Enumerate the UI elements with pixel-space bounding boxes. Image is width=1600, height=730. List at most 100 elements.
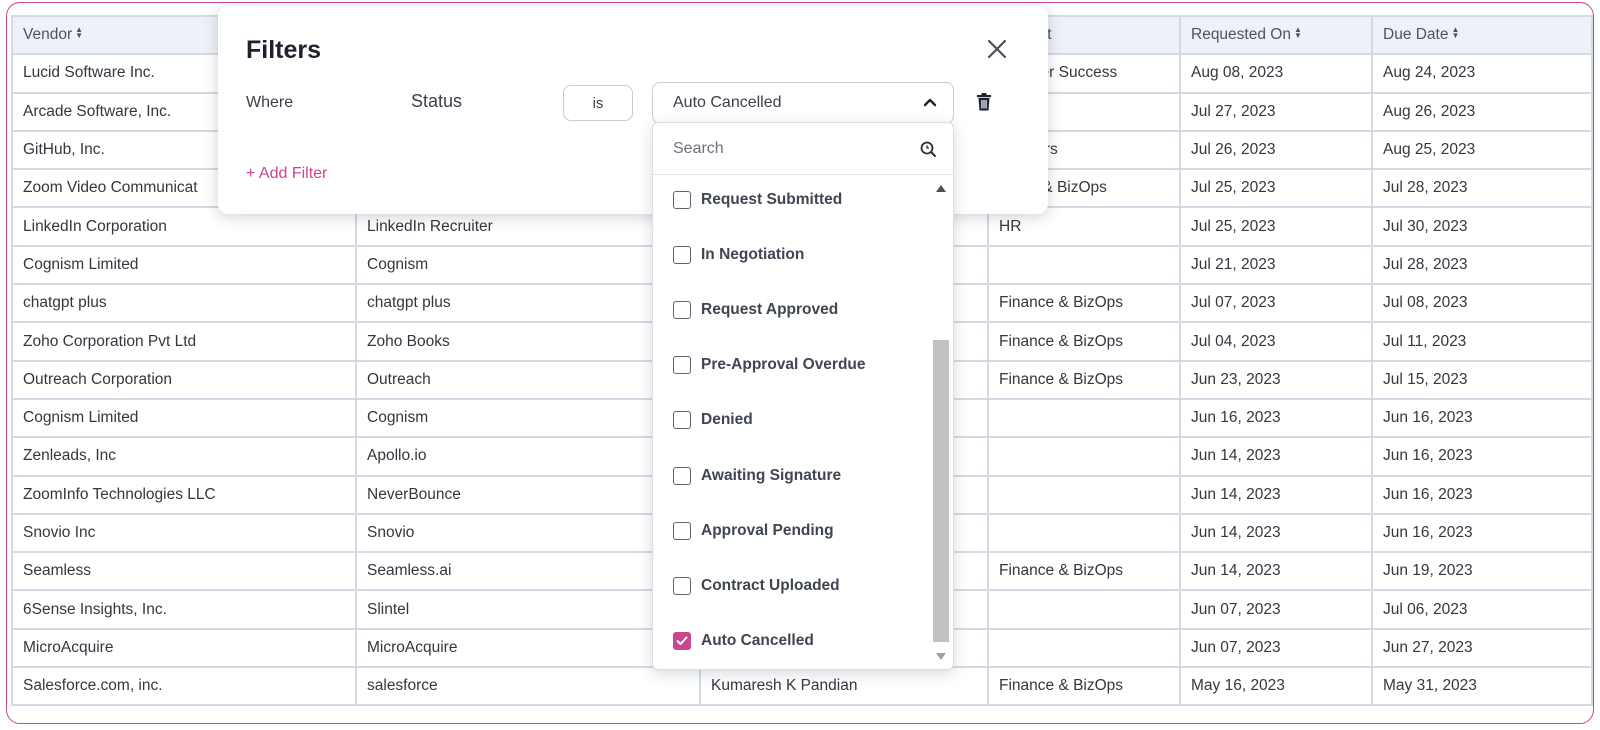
table-cell: Apollo.io <box>355 436 701 477</box>
table-cell: chatgpt plus <box>11 283 357 324</box>
table-cell: Kumaresh K Pandian <box>699 666 989 707</box>
status-option[interactable]: In Negotiation <box>673 243 804 267</box>
table-cell: Jul 06, 2023 <box>1371 589 1593 630</box>
filters-title: Filters <box>246 36 322 64</box>
status-option-label: Approval Pending <box>701 522 834 539</box>
table-cell: Jul 28, 2023 <box>1371 244 1593 286</box>
table-cell: Jul 04, 2023 <box>1179 321 1373 362</box>
status-option[interactable]: Approval Pending <box>673 519 834 543</box>
table-cell: May 31, 2023 <box>1371 666 1593 707</box>
scroll-down-arrow[interactable] <box>936 653 946 660</box>
checkbox[interactable] <box>673 301 691 319</box>
status-option-label: Pre-Approval Overdue <box>701 356 866 373</box>
status-option[interactable]: Awaiting Signature <box>673 464 841 488</box>
table-cell: Slintel <box>355 589 701 630</box>
table-cell: Finance & BizOps <box>987 321 1181 362</box>
checkbox[interactable] <box>673 246 691 264</box>
column-header[interactable]: Due Date ▲▼ <box>1371 14 1593 56</box>
trash-icon[interactable] <box>975 92 993 112</box>
status-option-label: Auto Cancelled <box>701 632 814 649</box>
table-cell: Jul 07, 2023 <box>1179 283 1373 324</box>
table-cell: Snovio <box>355 512 701 554</box>
table-cell: Jun 14, 2023 <box>1179 474 1373 515</box>
status-option[interactable]: Pre-Approval Overdue <box>673 353 866 377</box>
checkbox[interactable] <box>673 411 691 429</box>
checkbox[interactable] <box>673 191 691 209</box>
table-cell: Jun 14, 2023 <box>1179 551 1373 592</box>
table-cell: Finance & BizOps <box>987 283 1181 324</box>
sort-icon[interactable]: ▲▼ <box>1294 26 1303 40</box>
table-cell: May 16, 2023 <box>1179 666 1373 707</box>
table-cell <box>987 436 1181 477</box>
checkbox[interactable] <box>673 522 691 540</box>
table-cell: Salesforce.com, inc. <box>11 666 357 707</box>
table-cell: Cognism <box>355 244 701 286</box>
table-cell <box>987 474 1181 515</box>
status-option-label: Awaiting Signature <box>701 467 842 484</box>
column-header-label: Vendor <box>23 26 73 44</box>
status-option-label: Request Approved <box>701 301 839 318</box>
table-cell: ZoomInfo Technologies LLC <box>11 474 357 515</box>
table-cell: Finance & BizOps <box>987 359 1181 400</box>
table-cell <box>987 512 1181 554</box>
checkbox-checked[interactable] <box>673 632 691 650</box>
table-cell: Zenleads, Inc <box>11 436 357 477</box>
table-cell: chatgpt plus <box>355 283 701 324</box>
chevron-up-icon[interactable] <box>923 97 937 107</box>
table-cell: Aug 25, 2023 <box>1371 129 1593 171</box>
table-cell: Jun 23, 2023 <box>1179 359 1373 400</box>
table-cell: Jul 15, 2023 <box>1371 359 1593 400</box>
status-option-label: Denied <box>701 411 753 428</box>
status-option[interactable]: Denied <box>673 408 753 432</box>
dropdown-search-input[interactable]: Search <box>653 123 953 175</box>
table-cell: Jul 25, 2023 <box>1179 206 1373 247</box>
table-cell <box>987 627 1181 669</box>
table-cell: Jun 16, 2023 <box>1371 397 1593 439</box>
table-cell: Jun 07, 2023 <box>1179 589 1373 630</box>
table-cell: Jul 27, 2023 <box>1179 91 1373 132</box>
checkbox[interactable] <box>673 356 691 374</box>
filter-operator-button[interactable]: is <box>563 85 633 121</box>
status-option[interactable]: Request Submitted <box>673 188 842 212</box>
table-cell: Cognism Limited <box>11 244 357 286</box>
sort-icon[interactable]: ▲▼ <box>75 26 84 40</box>
table-cell: MicroAcquire <box>11 627 357 669</box>
table-row[interactable]: Salesforce.com, inc. salesforce Kumaresh K… <box>11 666 1593 707</box>
table-cell: Jun 16, 2023 <box>1179 397 1373 439</box>
scroll-up-arrow[interactable] <box>936 185 946 192</box>
filter-field-status[interactable]: Status <box>411 91 462 112</box>
column-header-label: Requested On <box>1191 26 1291 44</box>
column-header-label: Due Date <box>1383 26 1449 44</box>
table-cell: Outreach Corporation <box>11 359 357 400</box>
close-icon[interactable] <box>984 36 1010 62</box>
status-option-label: Request Submitted <box>701 191 843 208</box>
table-cell: Jun 07, 2023 <box>1179 627 1373 669</box>
add-filter-button[interactable]: + Add Filter <box>246 165 327 183</box>
table-cell: Jul 25, 2023 <box>1179 168 1373 209</box>
table-cell: NeverBounce <box>355 474 701 515</box>
column-header[interactable]: Requested On ▲▼ <box>1179 14 1373 56</box>
table-cell: Jun 14, 2023 <box>1179 512 1373 554</box>
table-cell: Jul 26, 2023 <box>1179 129 1373 171</box>
table-cell: salesforce <box>355 666 701 707</box>
checkbox[interactable] <box>673 467 691 485</box>
status-dropdown: Search Request Submitted In Negotiation Re… <box>652 122 954 670</box>
filter-value-select[interactable]: Auto Cancelled <box>652 82 954 124</box>
table-cell: 6Sense Insights, Inc. <box>11 589 357 630</box>
table-cell: Jun 14, 2023 <box>1179 436 1373 477</box>
status-option[interactable]: Request Approved <box>673 298 838 322</box>
table-cell: Jul 28, 2023 <box>1371 168 1593 209</box>
table-cell: Snovio Inc <box>11 512 357 554</box>
table-cell: MicroAcquire <box>355 627 701 669</box>
table-cell: Finance & BizOps <box>987 551 1181 592</box>
sort-icon[interactable]: ▲▼ <box>1451 26 1460 40</box>
checkmark-icon <box>676 636 688 645</box>
table-cell: Seamless.ai <box>355 551 701 592</box>
filter-value-text: Auto Cancelled <box>673 94 782 111</box>
table-cell <box>987 244 1181 286</box>
checkbox[interactable] <box>673 577 691 595</box>
status-option[interactable]: Contract Uploaded <box>673 574 840 598</box>
dropdown-scrollbar-thumb[interactable] <box>933 340 949 642</box>
table-cell: Aug 24, 2023 <box>1371 53 1593 94</box>
status-option[interactable]: Auto Cancelled <box>673 629 814 653</box>
